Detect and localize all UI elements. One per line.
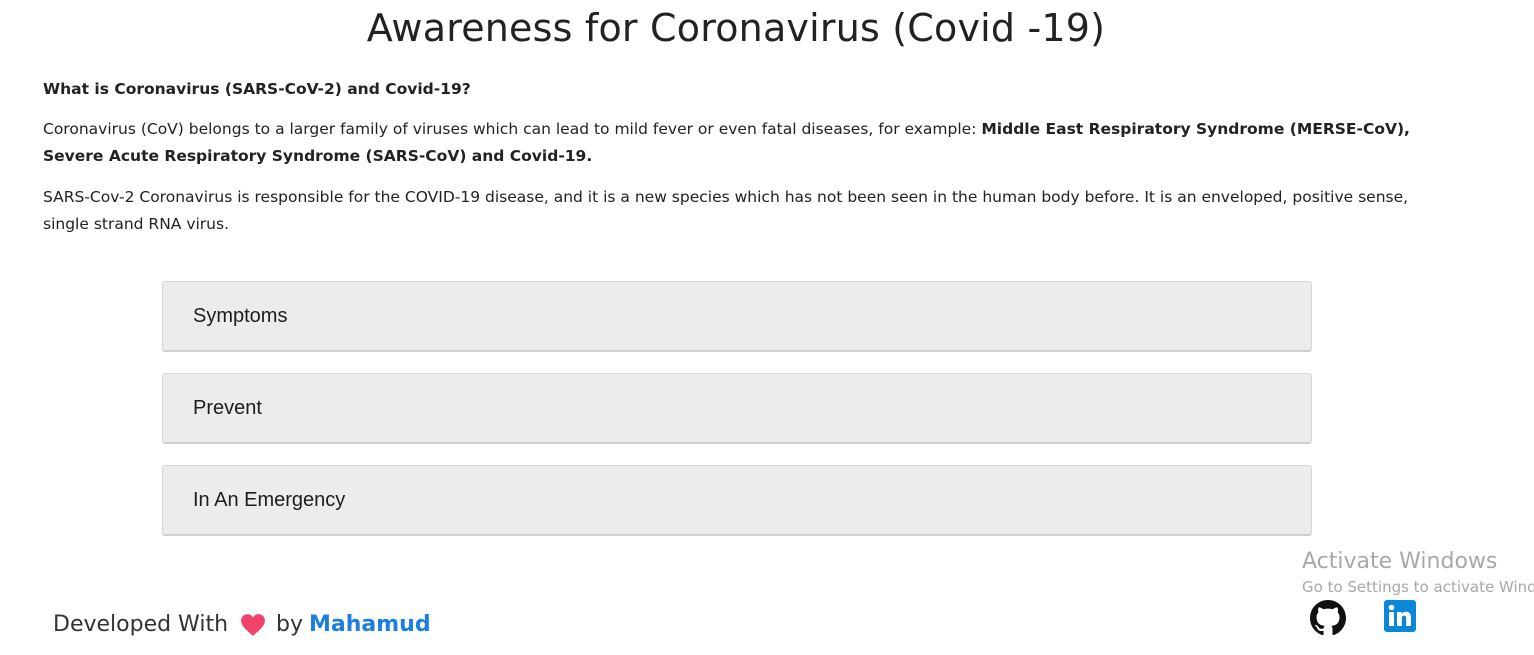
accordion-label-emergency: In An Emergency: [193, 488, 346, 511]
accordion-label-symptoms: Symptoms: [193, 304, 288, 327]
intro-paragraph-1-text: Coronavirus (CoV) belongs to a larger fa…: [43, 120, 982, 138]
accordion-item-prevent[interactable]: Prevent: [162, 373, 1312, 444]
accordion-item-symptoms[interactable]: Symptoms: [162, 281, 1312, 352]
windows-activation-watermark: Activate Windows Go to Settings to activ…: [1302, 549, 1534, 596]
intro-question: What is Coronavirus (SARS-CoV-2) and Cov…: [43, 80, 471, 98]
by-text: by: [276, 612, 303, 637]
accordion-item-emergency[interactable]: In An Emergency: [162, 465, 1312, 536]
accordion: Symptoms Prevent In An Emergency: [162, 281, 1312, 557]
github-link[interactable]: [1310, 600, 1346, 640]
intro-paragraph-2: SARS-Cov-2 Coronavirus is responsible fo…: [43, 188, 1409, 233]
developed-with-text: Developed With: [53, 612, 229, 637]
page: Awareness for Coronavirus (Covid -19) Wh…: [0, 0, 1534, 655]
watermark-line-1: Activate Windows: [1302, 549, 1498, 574]
author-link[interactable]: Mahamud: [309, 612, 431, 637]
intro-section: What is Coronavirus (SARS-CoV-2) and Cov…: [43, 76, 1433, 252]
accordion-label-prevent: Prevent: [193, 396, 262, 419]
linkedin-icon: [1384, 600, 1416, 632]
footer-credit: Developed With by Mahamud: [53, 612, 431, 637]
page-title: Awareness for Coronavirus (Covid -19): [366, 6, 1106, 50]
heart-icon: [241, 613, 265, 636]
github-icon: [1310, 600, 1346, 636]
intro-paragraph-1: Coronavirus (CoV) belongs to a larger fa…: [43, 116, 1433, 170]
linkedin-link[interactable]: [1384, 600, 1416, 636]
watermark-line-2: Go to Settings to activate Windows.: [1302, 578, 1534, 596]
